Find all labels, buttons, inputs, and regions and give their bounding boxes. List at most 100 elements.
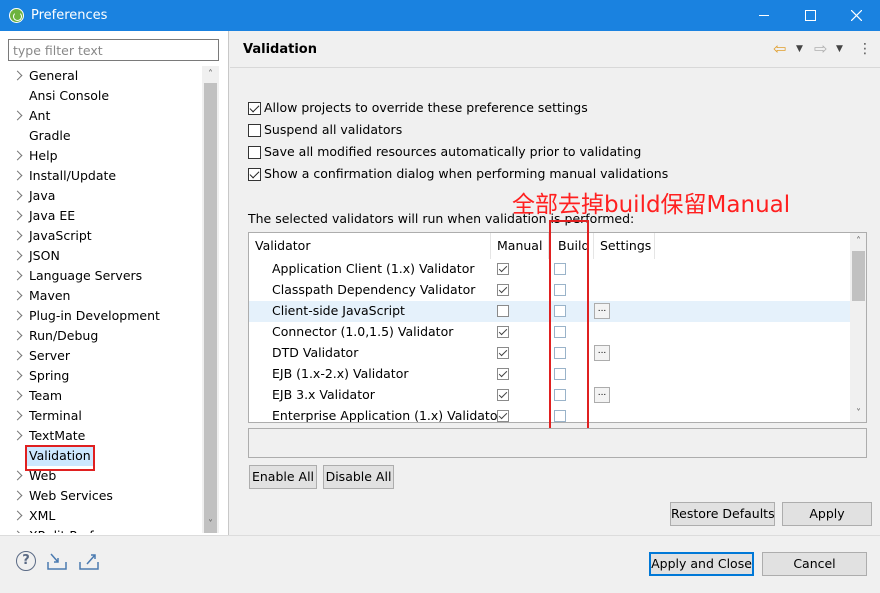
chevron-right-icon[interactable] (12, 370, 23, 381)
dialog-button-bar: ? Apply and Close Cancel (0, 535, 880, 593)
tree-scrollbar-thumb[interactable] (204, 83, 217, 533)
validator-name: Enterprise Application (1.x) Validator (272, 408, 503, 423)
restore-defaults-button[interactable]: Restore Defaults (670, 502, 775, 526)
tree-item-label: XML (29, 508, 56, 523)
tree-item-label: JavaScript (29, 228, 92, 243)
manual-checkbox[interactable] (497, 410, 509, 422)
tree-item[interactable]: Run/Debug (0, 326, 202, 346)
table-scrollbar-thumb[interactable] (852, 251, 865, 301)
table-scroll-down-icon[interactable]: ˅ (854, 409, 863, 419)
manual-checkbox[interactable] (497, 326, 509, 338)
manual-checkbox[interactable] (497, 284, 509, 296)
option-checkbox[interactable] (248, 124, 261, 137)
scroll-down-icon[interactable]: ˅ (206, 520, 215, 530)
import-preferences-icon[interactable] (46, 551, 68, 571)
chevron-right-icon[interactable] (12, 70, 23, 81)
chevron-right-icon[interactable] (12, 250, 23, 261)
tree-item[interactable]: Maven (0, 286, 202, 306)
tree-item[interactable]: XP dit Perf... (0, 526, 202, 533)
option-checkbox[interactable] (248, 168, 261, 181)
scroll-up-icon[interactable]: ˄ (206, 70, 215, 80)
tree-item[interactable]: Java (0, 186, 202, 206)
close-icon (850, 10, 862, 21)
chevron-right-icon[interactable] (12, 330, 23, 341)
chevron-right-icon[interactable] (12, 510, 23, 521)
tree-item-label: Help (29, 148, 58, 163)
tree-item[interactable]: JSON (0, 246, 202, 266)
tree-item[interactable]: JavaScript (0, 226, 202, 246)
help-icon[interactable]: ? (16, 551, 36, 571)
manual-checkbox[interactable] (497, 389, 509, 401)
view-menu-icon[interactable]: ⋮ (858, 40, 872, 58)
export-preferences-icon[interactable] (78, 551, 100, 571)
chevron-right-icon[interactable] (12, 310, 23, 321)
column-header-manual[interactable]: Manual (491, 233, 549, 259)
tree-item-label: Spring (29, 368, 70, 383)
manual-checkbox[interactable] (497, 305, 509, 317)
option-checkbox[interactable] (248, 102, 261, 115)
manual-checkbox[interactable] (497, 368, 509, 380)
maximize-button[interactable] (788, 0, 832, 31)
tree-item[interactable]: Ansi Console (0, 86, 202, 106)
tree-item[interactable]: Server (0, 346, 202, 366)
option-checkbox[interactable] (248, 146, 261, 159)
tree-item[interactable]: Ant (0, 106, 202, 126)
forward-arrow-icon[interactable]: ⇨ (814, 40, 827, 58)
cancel-button[interactable]: Cancel (762, 552, 867, 576)
filter-input[interactable] (8, 39, 219, 61)
chevron-right-icon[interactable] (12, 170, 23, 181)
tree-item-label: Ant (29, 108, 51, 123)
validation-item-red-highlight (25, 445, 95, 471)
manual-checkbox[interactable] (497, 263, 509, 275)
tree-item[interactable]: Team (0, 386, 202, 406)
chevron-right-icon[interactable] (12, 230, 23, 241)
tree-item[interactable]: XML (0, 506, 202, 526)
back-arrow-icon[interactable]: ⇦ (773, 40, 786, 58)
tree-item-label: Language Servers (29, 268, 143, 283)
chevron-right-icon[interactable] (12, 190, 23, 201)
column-header-validator[interactable]: Validator (249, 233, 491, 259)
tree-item[interactable]: Spring (0, 366, 202, 386)
chevron-right-icon[interactable] (12, 430, 23, 441)
chevron-right-icon[interactable] (12, 470, 23, 481)
chevron-right-icon[interactable] (12, 530, 23, 533)
minimize-button[interactable] (742, 0, 786, 31)
chevron-right-icon[interactable] (12, 410, 23, 421)
column-header-settings[interactable]: Settings (594, 233, 655, 259)
chevron-right-icon[interactable] (12, 490, 23, 501)
chevron-right-icon[interactable] (12, 290, 23, 301)
tree-scrollbar[interactable]: ˄ ˅ (202, 66, 219, 533)
enable-all-button[interactable]: Enable All (249, 465, 317, 489)
settings-button[interactable]: ... (594, 387, 610, 403)
chevron-right-icon[interactable] (12, 390, 23, 401)
tree-item[interactable]: Language Servers (0, 266, 202, 286)
apply-and-close-button[interactable]: Apply and Close (649, 552, 754, 576)
back-dropdown-icon[interactable]: ▼ (796, 40, 803, 58)
tree-item[interactable]: Web Services (0, 486, 202, 506)
table-scrollbar[interactable]: ˄ ˅ (850, 233, 866, 422)
settings-button[interactable]: ... (594, 345, 610, 361)
tree-item[interactable]: Java EE (0, 206, 202, 226)
disable-all-button[interactable]: Disable All (323, 465, 394, 489)
chevron-right-icon[interactable] (12, 270, 23, 281)
chevron-right-icon[interactable] (12, 210, 23, 221)
tree-item[interactable]: Gradle (0, 126, 202, 146)
tree-item[interactable]: Install/Update (0, 166, 202, 186)
manual-checkbox[interactable] (497, 347, 509, 359)
tree-item[interactable]: Help (0, 146, 202, 166)
close-button[interactable] (834, 0, 878, 31)
tree-item[interactable]: Plug-in Development (0, 306, 202, 326)
tree-item[interactable]: TextMate (0, 426, 202, 446)
chevron-right-icon[interactable] (12, 110, 23, 121)
tree-item-label: Gradle (29, 128, 71, 143)
settings-button[interactable]: ... (594, 303, 610, 319)
chevron-right-icon[interactable] (12, 150, 23, 161)
tree-item[interactable]: General (0, 66, 202, 86)
page-header: Validation ⇦ ▼ ⇨ ▼ ⋮ (230, 31, 880, 68)
apply-button[interactable]: Apply (782, 502, 872, 526)
table-scroll-up-icon[interactable]: ˄ (854, 237, 863, 247)
build-column-red-highlight (549, 220, 589, 441)
chevron-right-icon[interactable] (12, 350, 23, 361)
tree-item[interactable]: Terminal (0, 406, 202, 426)
forward-dropdown-icon[interactable]: ▼ (836, 40, 843, 58)
